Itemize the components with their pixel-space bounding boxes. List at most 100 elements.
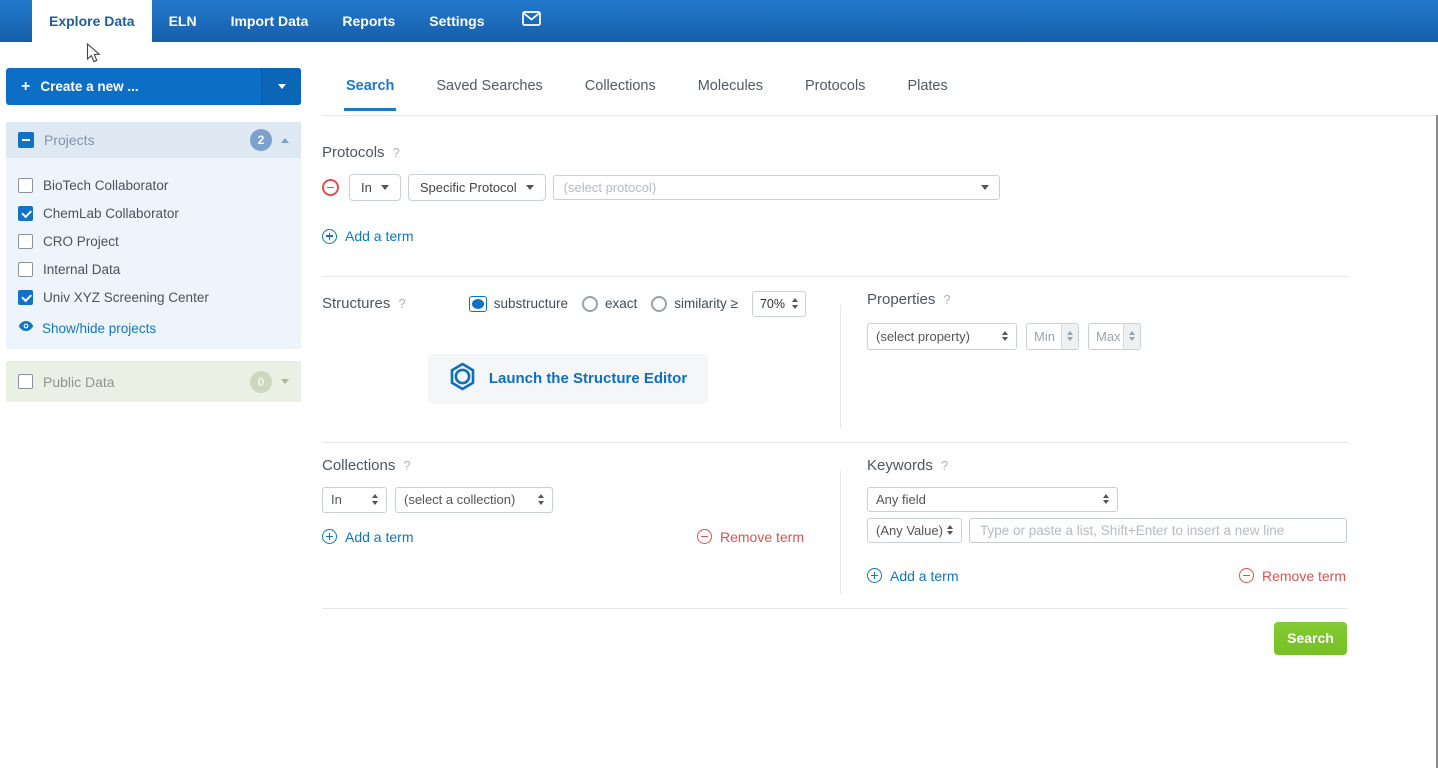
public-data-checkbox[interactable] xyxy=(18,374,33,389)
public-data-section-header[interactable]: Public Data 0 xyxy=(6,361,301,402)
collections-add-term-link[interactable]: Add a term xyxy=(322,529,413,545)
select-arrows-icon xyxy=(1103,493,1109,505)
project-list: BioTech Collaborator ChemLab Collaborato… xyxy=(6,158,301,349)
project-label: Internal Data xyxy=(43,261,121,277)
protocols-add-term-link[interactable]: Add a term xyxy=(322,228,413,244)
property-min-input[interactable]: Min xyxy=(1026,322,1079,350)
property-select-value: (select property) xyxy=(876,328,970,344)
project-checkbox[interactable] xyxy=(18,261,33,277)
project-label: CRO Project xyxy=(43,233,119,249)
chevron-down-icon[interactable] xyxy=(281,379,289,384)
collections-keywords-row: Collections ? In (select a collection) A… xyxy=(322,443,1348,608)
remove-term-label: Remove term xyxy=(719,528,804,545)
exact-radio[interactable] xyxy=(582,295,599,312)
keywords-heading: Keywords xyxy=(867,456,933,474)
protocol-combobox[interactable]: (select protocol) xyxy=(552,175,1000,200)
properties-heading: Properties xyxy=(867,290,936,308)
substructure-radio[interactable] xyxy=(468,295,487,312)
create-new-button[interactable]: + Create a new ... xyxy=(6,68,301,105)
nav-tab-reports[interactable]: Reports xyxy=(325,0,412,42)
chevron-up-icon[interactable] xyxy=(281,137,289,143)
collections-in-value: In xyxy=(331,492,342,507)
nav-tab-eln[interactable]: ELN xyxy=(152,0,214,42)
similarity-percent-spinner[interactable]: 70% xyxy=(751,290,806,317)
project-checkbox[interactable] xyxy=(18,233,33,249)
structure-search-mode-radios: substructure exact similarity ≥ 70% xyxy=(468,290,840,317)
property-select[interactable]: (select property) xyxy=(867,322,1017,350)
nav-tab-explore-data[interactable]: Explore Data xyxy=(32,0,152,42)
similarity-label: similarity ≥ xyxy=(674,296,738,311)
benzene-ring-icon xyxy=(449,361,476,396)
similarity-value: 70% xyxy=(759,296,785,311)
nav-tab-settings[interactable]: Settings xyxy=(412,0,501,42)
projects-section-header[interactable]: Projects 2 xyxy=(6,122,301,158)
add-term-label: Add a term xyxy=(345,228,414,244)
projects-section-title: Projects xyxy=(44,132,95,148)
spinner-arrows-icon[interactable] xyxy=(1061,323,1078,349)
public-data-title: Public Data xyxy=(43,373,115,390)
collections-in-select[interactable]: In xyxy=(322,486,387,513)
structures-properties-row: Structures ? substructure exact similari… xyxy=(322,277,1348,442)
protocols-section: Protocols ? In Specific Protocol (select… xyxy=(322,116,1348,249)
project-item-cro-project[interactable]: CRO Project xyxy=(18,227,289,255)
search-submit-button[interactable]: Search xyxy=(1274,621,1347,655)
search-form: Protocols ? In Specific Protocol (select… xyxy=(322,116,1348,655)
select-arrows-icon xyxy=(538,494,544,505)
project-checkbox[interactable] xyxy=(18,289,33,305)
tab-protocols[interactable]: Protocols xyxy=(803,70,867,111)
collection-select-value: (select a collection) xyxy=(404,492,516,507)
property-max-input[interactable]: Max xyxy=(1088,322,1141,350)
tab-search[interactable]: Search xyxy=(344,70,397,111)
nav-tab-import-data[interactable]: Import Data xyxy=(214,0,326,42)
keywords-value-label: (Any Value) xyxy=(876,522,943,538)
remove-term-label: Remove term xyxy=(1261,567,1346,584)
keywords-input[interactable] xyxy=(969,517,1347,543)
remove-term-icon[interactable] xyxy=(322,179,339,196)
protocol-in-select[interactable]: In xyxy=(349,174,401,201)
help-icon[interactable]: ? xyxy=(943,292,950,307)
help-icon[interactable]: ? xyxy=(403,458,410,473)
tab-plates[interactable]: Plates xyxy=(905,70,949,111)
sidebar: + Create a new ... Projects 2 BioTech Co… xyxy=(6,68,301,402)
collections-remove-term-link[interactable]: Remove term xyxy=(696,528,804,545)
create-new-label: Create a new ... xyxy=(40,79,139,94)
project-item-univ-xyz-screening-center[interactable]: Univ XYZ Screening Center xyxy=(18,283,289,311)
help-icon[interactable]: ? xyxy=(398,296,405,311)
similarity-radio[interactable] xyxy=(651,295,668,312)
help-icon[interactable]: ? xyxy=(393,145,400,160)
keywords-value-select[interactable]: (Any Value) xyxy=(867,517,962,543)
plus-circle-icon xyxy=(322,529,337,544)
launch-structure-editor-button[interactable]: Launch the Structure Editor xyxy=(428,353,708,404)
project-checkbox[interactable] xyxy=(18,177,33,193)
protocol-term-row: In Specific Protocol (select protocol) xyxy=(322,174,1348,201)
protocol-type-select[interactable]: Specific Protocol xyxy=(407,174,546,201)
show-hide-projects-link[interactable]: Show/hide projects xyxy=(18,319,289,337)
plus-icon: + xyxy=(21,77,31,95)
tab-collections[interactable]: Collections xyxy=(583,70,658,111)
spinner-arrows-icon[interactable] xyxy=(1123,323,1140,349)
projects-select-all-checkbox[interactable] xyxy=(18,132,34,148)
select-arrows-icon xyxy=(372,494,378,505)
tab-molecules[interactable]: Molecules xyxy=(696,70,765,111)
help-icon[interactable]: ? xyxy=(941,458,948,473)
minus-circle-icon xyxy=(1238,568,1254,583)
collections-section: Collections ? In (select a collection) A… xyxy=(322,457,840,608)
project-label: ChemLab Collaborator xyxy=(43,205,179,221)
project-item-biotech-collaborator[interactable]: BioTech Collaborator xyxy=(18,171,289,199)
keywords-remove-term-link[interactable]: Remove term xyxy=(1238,567,1346,584)
keywords-field-value: Any field xyxy=(876,491,926,507)
collection-select[interactable]: (select a collection) xyxy=(395,486,553,513)
messages-button[interactable] xyxy=(506,0,557,42)
keywords-add-term-link[interactable]: Add a term xyxy=(867,568,958,584)
chevron-down-icon xyxy=(525,185,534,190)
create-new-dropdown-toggle[interactable] xyxy=(261,68,301,105)
project-checkbox[interactable] xyxy=(18,205,33,221)
keywords-field-select[interactable]: Any field xyxy=(867,486,1118,512)
project-item-internal-data[interactable]: Internal Data xyxy=(18,255,289,283)
project-item-chemlab-collaborator[interactable]: ChemLab Collaborator xyxy=(18,199,289,227)
spinner-arrows-icon[interactable] xyxy=(792,298,798,309)
structures-heading: Structures xyxy=(322,295,391,312)
protocol-in-value: In xyxy=(361,180,372,195)
launch-editor-label: Launch the Structure Editor xyxy=(488,370,688,387)
tab-saved-searches[interactable]: Saved Searches xyxy=(434,70,544,111)
